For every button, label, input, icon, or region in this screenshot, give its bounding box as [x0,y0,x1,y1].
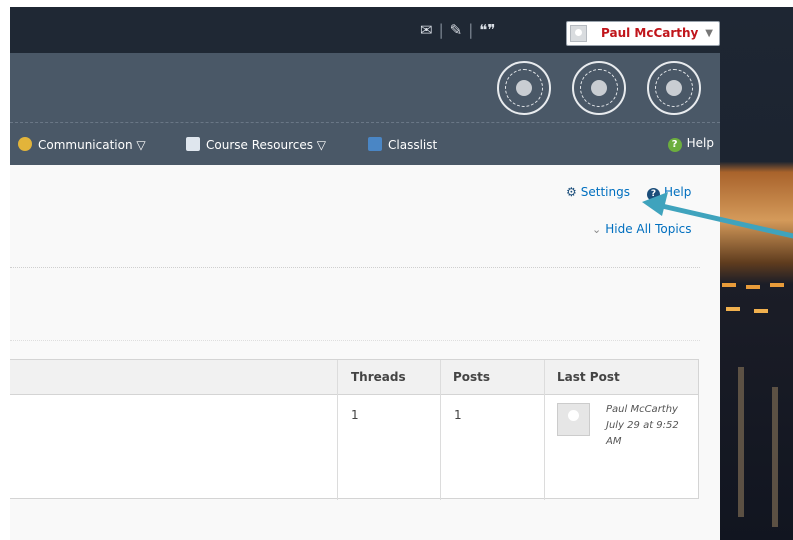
posts-count: 1 [454,408,462,422]
avatar [570,25,587,42]
last-post-info[interactable]: Paul McCarthy July 29 at 9:52 AM [606,402,696,450]
discussions-content: ⚙ Settings ? Help ⌄ Hide All Topics Threads… [10,165,720,540]
hide-topics-label: Hide All Topics [605,222,692,236]
navbar-help-link[interactable]: ? Help [667,136,714,152]
last-post-date: July 29 at 9:52 AM [606,420,679,447]
settings-link[interactable]: ⚙ Settings [566,185,630,199]
nav-label: Course Resources ▽ [206,138,327,152]
bridge-beam [738,367,744,517]
message-icon[interactable]: ✉ [420,21,433,39]
threads-count: 1 [351,408,359,422]
column-divider [337,360,338,500]
nav-communication[interactable]: Communication ▽ [18,137,146,152]
help-label: Help [664,185,692,199]
help-label: Help [686,136,714,150]
last-post-author: Paul McCarthy [606,404,678,415]
help-icon: ? [667,138,682,152]
course-banner [10,53,720,122]
table-header: Threads Posts Last Post [10,360,698,395]
user-menu-button[interactable]: Paul McCarthy ▼ [566,21,720,46]
avatar [557,403,590,436]
light [746,285,760,289]
divider [10,267,700,268]
settings-label: Settings [580,185,630,199]
user-name: Paul McCarthy [601,26,699,40]
column-divider [544,360,545,500]
divider [10,340,700,341]
chevron-down-icon: ▼ [705,28,713,39]
chevron-down-icon: ⌄ [592,223,602,236]
help-link[interactable]: ? Help [647,185,691,201]
light [770,283,784,287]
hide-all-topics-link[interactable]: ⌄ Hide All Topics [592,222,692,236]
nav-label: Classlist [388,138,438,152]
communication-icon [18,137,32,151]
nav-label: Communication ▽ [38,138,146,152]
column-threads: Threads [351,370,406,384]
light [754,309,768,313]
nav-classlist[interactable]: Classlist [368,137,437,152]
college-seal-logo [647,61,701,115]
update-icon[interactable]: ✎ [450,21,463,39]
light [722,283,736,287]
course-resources-icon [186,137,200,151]
column-posts: Posts [453,370,491,384]
forum-topic-table: Threads Posts Last Post 1 1 Paul McCarth… [10,359,699,500]
top-minibar: ✉ | ✎ | ❝❞ Paul McCarthy ▼ [10,7,720,53]
course-navbar: Communication ▽ Course Resources ▽ Class… [10,122,720,165]
college-seal-logo [572,61,626,115]
nav-course-resources[interactable]: Course Resources ▽ [186,137,326,152]
subscription-icon[interactable]: ❝❞ [479,21,495,39]
bridge-beam [772,387,778,527]
background-photo [720,7,793,540]
help-icon: ? [647,188,660,201]
minibar-icons: ✉ | ✎ | ❝❞ [420,21,496,39]
column-divider [440,360,441,500]
light [726,307,740,311]
gear-icon: ⚙ [566,185,577,199]
college-seal-logo [497,61,551,115]
classlist-icon [368,137,382,151]
column-last-post: Last Post [557,370,620,384]
